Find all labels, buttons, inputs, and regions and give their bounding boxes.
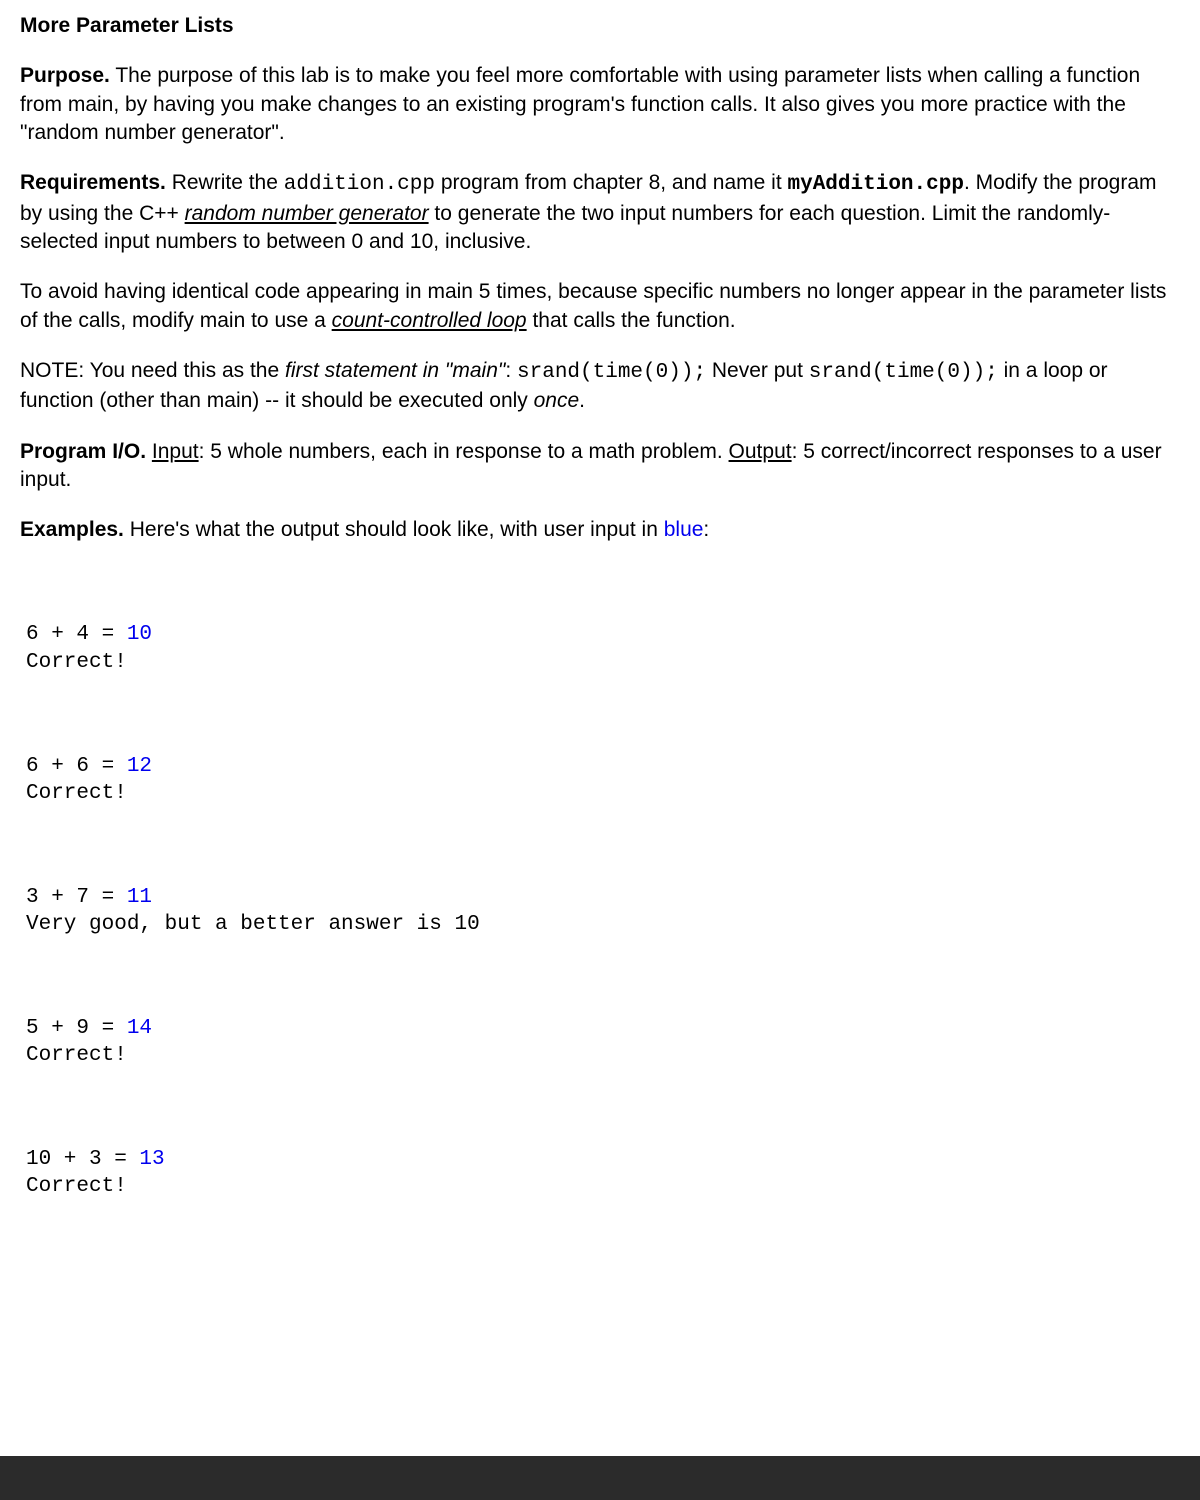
io-label: Program I/O. [20,440,146,463]
loop-paragraph: To avoid having identical code appearing… [20,278,1180,335]
example-group-1: 6 + 6 = 12Correct! [26,753,1180,808]
example-input: 14 [127,1017,152,1040]
examples-blue: blue [664,518,704,541]
example-prompt: 5 + 9 = [26,1017,127,1040]
purpose-label: Purpose. [20,64,110,87]
note-code1: srand(time(0)); [517,361,706,384]
note-paragraph: NOTE: You need this as the first stateme… [20,357,1180,416]
requirements-text1: Rewrite the [166,171,284,194]
example-group-3: 5 + 9 = 14Correct! [26,1015,1180,1070]
example-output: 6 + 4 = 10Correct! 6 + 6 = 12Correct! 3 … [26,567,1180,1250]
page-title: More Parameter Lists [20,12,1180,40]
example-prompt: 3 + 7 = [26,886,127,909]
loop-phrase: count-controlled loop [332,309,527,332]
example-response: Correct! [26,780,1180,807]
io-input-label: Input [152,440,199,463]
purpose-text: The purpose of this lab is to make you f… [20,64,1140,144]
example-input: 13 [139,1148,164,1171]
note-text2: : [505,359,517,382]
examples-text2: : [703,518,709,541]
example-input: 11 [127,886,152,909]
io-output-label: Output [729,440,792,463]
example-prompt: 6 + 4 = [26,623,127,646]
examples-label: Examples. [20,518,124,541]
example-response: Very good, but a better answer is 10 [26,911,1180,938]
example-group-0: 6 + 4 = 10 Correct! [26,621,1180,676]
examples-paragraph: Examples. Here's what the output should … [20,516,1180,544]
requirements-code1: addition.cpp [284,173,435,196]
purpose-paragraph: Purpose. The purpose of this lab is to m… [20,62,1180,147]
requirements-paragraph: Requirements. Rewrite the addition.cpp p… [20,169,1180,256]
requirements-rng: random number generator [185,202,429,225]
example-prompt: 10 + 3 = [26,1148,139,1171]
example-input: 12 [127,755,152,778]
examples-text1: Here's what the output should look like,… [124,518,664,541]
example-group-4: 10 + 3 = 13Correct! [26,1146,1180,1201]
example-input: 10 [127,623,152,646]
io-paragraph: Program I/O. Input: 5 whole numbers, eac… [20,438,1180,495]
note-first: first statement in "main" [285,359,505,382]
note-text3: Never put [706,359,809,382]
example-group-2: 3 + 7 = 11Very good, but a better answer… [26,884,1180,939]
note-text1: NOTE: You need this as the [20,359,285,382]
example-response: Correct! [26,1042,1180,1069]
requirements-text2: program from chapter 8, and name it [435,171,788,194]
loop-text2: that calls the function. [527,309,736,332]
example-prompt: 6 + 6 = [26,755,127,778]
requirements-code2: myAddition.cpp [788,173,964,196]
io-input-text: : 5 whole numbers, each in response to a… [199,440,729,463]
note-once: once [534,389,580,412]
requirements-label: Requirements. [20,171,166,194]
example-response: Correct! [26,1173,1180,1200]
footer-bar [0,1456,1200,1500]
note-text5: . [579,389,585,412]
example-response: Correct! [26,649,1180,676]
note-code2: srand(time(0)); [809,361,998,384]
